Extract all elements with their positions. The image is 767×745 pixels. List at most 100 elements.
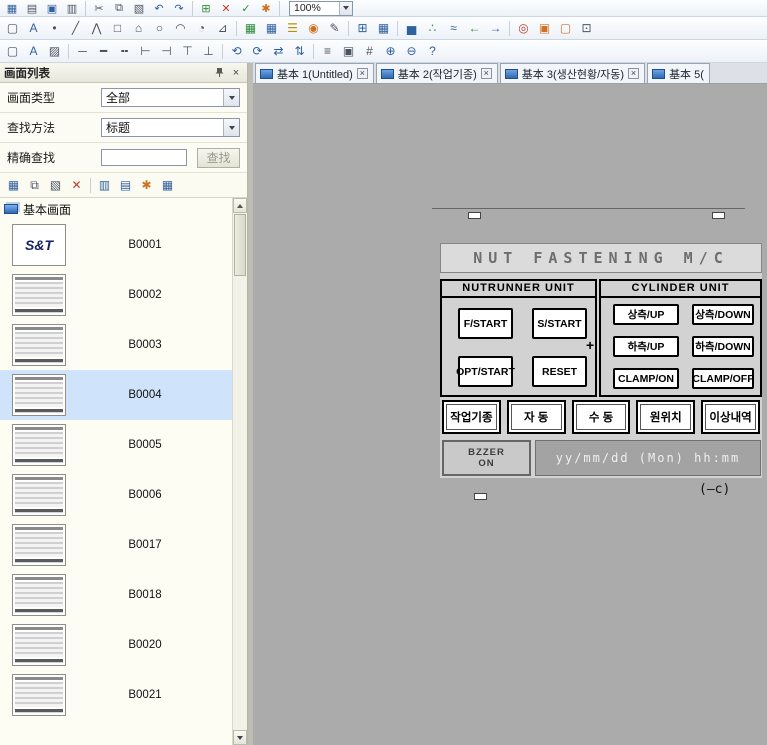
check-icon[interactable]: ✓ xyxy=(236,1,256,16)
list-item-b0021[interactable]: B0021 xyxy=(0,670,232,720)
exact-search-input[interactable] xyxy=(101,149,187,166)
hmi-title-bar[interactable]: NUT FASTENING M/C xyxy=(440,243,762,273)
pin-icon[interactable] xyxy=(212,66,226,80)
thick-line-icon[interactable]: ━ xyxy=(93,41,114,61)
arrow-right-icon[interactable]: → xyxy=(485,18,506,38)
grid-toggle-icon[interactable]: # xyxy=(359,41,380,61)
tab-basic-1[interactable]: 基本 1(Untitled) × xyxy=(255,63,374,83)
list-item-b0002[interactable]: B0002 xyxy=(0,270,232,320)
rotate-left-icon[interactable]: ⟲ xyxy=(226,41,247,61)
anchor-bottom-icon[interactable]: ⊥ xyxy=(198,41,219,61)
print-icon[interactable]: ▥ xyxy=(62,1,82,16)
bzzer-on-button[interactable]: BZZER ON xyxy=(442,440,531,476)
polyline-tool-icon[interactable]: ⋀ xyxy=(86,18,107,38)
list-item-b0005[interactable]: B0005 xyxy=(0,420,232,470)
properties-icon[interactable]: ✱ xyxy=(136,175,157,195)
dot-tool-icon[interactable]: • xyxy=(44,18,65,38)
scrollbar-track[interactable] xyxy=(233,277,247,730)
editor-canvas[interactable]: NUT FASTENING M/C NUTRUNNER UNIT F/START… xyxy=(253,84,767,745)
preview-screen-icon[interactable]: ▥ xyxy=(94,175,115,195)
dash-line-icon[interactable]: ╍ xyxy=(114,41,135,61)
upper-up-button[interactable]: 상측/UP xyxy=(613,304,679,325)
grid-icon[interactable]: ⊞ xyxy=(196,1,216,16)
arc-tool-icon[interactable]: ◠ xyxy=(170,18,191,38)
copy-screen-icon[interactable]: ⧉ xyxy=(24,175,45,195)
chevron-down-icon[interactable] xyxy=(223,119,239,136)
export-screen-icon[interactable]: ▤ xyxy=(115,175,136,195)
undo-icon[interactable]: ↶ xyxy=(149,1,169,16)
settings-icon[interactable]: ✱ xyxy=(256,1,276,16)
screen-new-icon[interactable]: ▦ xyxy=(2,1,22,16)
scale-tool-icon[interactable]: ⊿ xyxy=(212,18,233,38)
f-start-button[interactable]: F/START xyxy=(458,308,513,339)
close-icon[interactable]: × xyxy=(357,68,368,79)
search-button[interactable]: 查找 xyxy=(197,148,240,168)
datetime-display[interactable]: yy/mm/dd (Mon) hh:mm xyxy=(535,440,761,476)
scrollbar[interactable] xyxy=(232,198,247,745)
open-icon[interactable]: ▤ xyxy=(22,1,42,16)
bar-chart-icon[interactable]: ▅ xyxy=(401,18,422,38)
scatter-chart-icon[interactable]: ∴ xyxy=(422,18,443,38)
clamp-off-button[interactable]: CLAMP/OFF xyxy=(692,368,754,389)
clamp-on-button[interactable]: CLAMP/ON xyxy=(613,368,679,389)
flip-h-icon[interactable]: ⇄ xyxy=(268,41,289,61)
close-icon[interactable]: × xyxy=(481,68,492,79)
select-tool-icon[interactable]: ▢ xyxy=(2,18,23,38)
lower-up-button[interactable]: 하측/UP xyxy=(613,336,679,357)
delete-screen-icon[interactable]: ✕ xyxy=(66,175,87,195)
copy-icon[interactable]: ⧉ xyxy=(109,1,129,16)
cap-right-icon[interactable]: ⊣ xyxy=(156,41,177,61)
message-part-icon[interactable]: ▢ xyxy=(555,18,576,38)
tab-basic-2[interactable]: 基本 2(작업기종) × xyxy=(376,63,498,83)
screen-type-select[interactable]: 全部 xyxy=(101,88,240,107)
guide-handle[interactable] xyxy=(468,212,481,219)
lamp-part-icon[interactable]: ◉ xyxy=(303,18,324,38)
tab-basic-3[interactable]: 基本 3(생산현황/자동) × xyxy=(500,63,645,83)
guide-handle[interactable] xyxy=(474,493,487,500)
delete-icon[interactable]: ✕ xyxy=(216,1,236,16)
list-view-icon[interactable]: ▦ xyxy=(157,175,178,195)
chevron-down-icon[interactable] xyxy=(339,2,352,15)
new-screen-icon[interactable]: ▦ xyxy=(3,175,24,195)
zoom-in-icon[interactable]: ⊕ xyxy=(380,41,401,61)
group-icon[interactable]: ▣ xyxy=(338,41,359,61)
pie-tool-icon[interactable]: ◔ xyxy=(191,18,212,38)
rect-tool-icon[interactable]: □ xyxy=(107,18,128,38)
list-item-b0003[interactable]: B0003 xyxy=(0,320,232,370)
image-part-icon[interactable]: ▨ xyxy=(44,41,65,61)
window-part-icon[interactable]: ⊡ xyxy=(576,18,597,38)
text-edit-icon[interactable]: A xyxy=(23,41,44,61)
flip-v-icon[interactable]: ⇅ xyxy=(289,41,310,61)
close-icon[interactable]: × xyxy=(229,66,243,80)
error-list-button[interactable]: 이상내역 xyxy=(701,400,760,434)
list-item-b0006[interactable]: B0006 xyxy=(0,470,232,520)
scroll-down-button[interactable] xyxy=(233,730,247,745)
parts-screen-icon[interactable]: ▦ xyxy=(240,18,261,38)
list-item-b0017[interactable]: B0017 xyxy=(0,520,232,570)
cut-icon[interactable]: ✂ xyxy=(89,1,109,16)
scroll-up-button[interactable] xyxy=(233,198,247,213)
thin-line-icon[interactable]: ─ xyxy=(72,41,93,61)
search-method-select[interactable]: 标题 xyxy=(101,118,240,137)
redo-icon[interactable]: ↷ xyxy=(169,1,189,16)
lower-down-button[interactable]: 하측/DOWN xyxy=(692,336,754,357)
library-icon[interactable]: ☰ xyxy=(282,18,303,38)
chevron-down-icon[interactable] xyxy=(223,89,239,106)
guide-handle[interactable] xyxy=(712,212,725,219)
zoom-select[interactable]: 100% xyxy=(289,1,353,16)
align-icon[interactable]: ≡ xyxy=(317,41,338,61)
opt-start-button[interactable]: OPT/START xyxy=(458,356,513,387)
anchor-top-icon[interactable]: ⊤ xyxy=(177,41,198,61)
list-item-b0020[interactable]: B0020 xyxy=(0,620,232,670)
scrollbar-thumb[interactable] xyxy=(234,214,246,276)
reset-button[interactable]: RESET xyxy=(532,356,587,387)
polygon-tool-icon[interactable]: ⌂ xyxy=(128,18,149,38)
script-icon[interactable]: ✎ xyxy=(324,18,345,38)
data-display-icon[interactable]: ▣ xyxy=(534,18,555,38)
ellipse-tool-icon[interactable]: ○ xyxy=(149,18,170,38)
trend-chart-icon[interactable]: ≈ xyxy=(443,18,464,38)
paste-icon[interactable]: ▧ xyxy=(129,1,149,16)
close-icon[interactable]: × xyxy=(628,68,639,79)
list-item-b0001[interactable]: S&T B0001 xyxy=(0,220,232,270)
rotate-right-icon[interactable]: ⟳ xyxy=(247,41,268,61)
